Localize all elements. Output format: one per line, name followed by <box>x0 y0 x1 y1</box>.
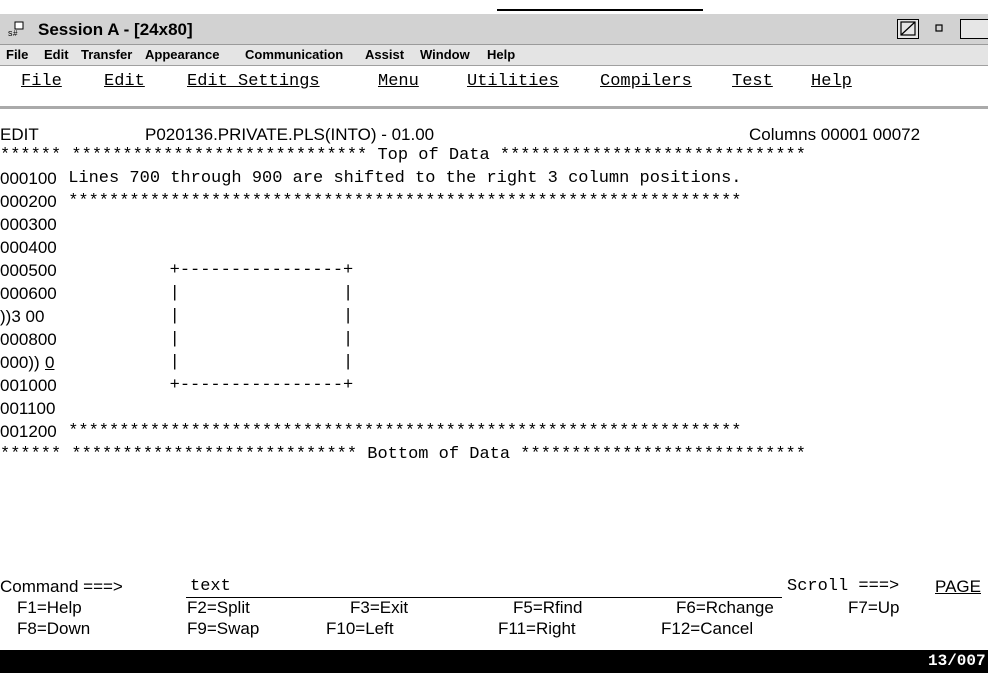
emu-menu-communication[interactable]: Communication <box>245 47 343 62</box>
emu-menu-transfer[interactable]: Transfer <box>81 47 132 62</box>
ispf-menu-compilers[interactable]: Compilers <box>600 72 692 91</box>
ispf-menu-utilities[interactable]: Utilities <box>467 72 559 91</box>
scroll-label: Scroll ===> <box>787 577 900 596</box>
line-number[interactable]: 000400 <box>0 238 57 258</box>
session-icon[interactable]: s # <box>7 21 25 38</box>
command-value[interactable]: text <box>190 577 231 596</box>
top-of-data-line: ****** ***************************** Top… <box>0 146 806 165</box>
line-number[interactable]: 000100 <box>0 169 57 189</box>
action-bar-separator <box>0 106 988 109</box>
emu-menu-appearance[interactable]: Appearance <box>145 47 219 62</box>
svg-text:#: # <box>13 29 18 37</box>
command-input[interactable] <box>186 578 782 598</box>
pf-key-f6[interactable]: F6=Rchange <box>676 598 774 618</box>
pf-key-f1[interactable]: F1=Help <box>17 598 82 618</box>
line-number[interactable]: 001100 <box>0 399 55 419</box>
line-command-shift[interactable]: ))3 00 <box>0 307 44 327</box>
emulator-menu-bar: File Edit Transfer Appearance Communicat… <box>0 45 988 66</box>
line-text[interactable]: +----------------+ <box>88 261 354 280</box>
ispf-menu-edit[interactable]: Edit <box>104 72 145 91</box>
line-number[interactable]: 000600 <box>0 284 57 304</box>
minimize-icon[interactable] <box>897 19 919 39</box>
line-command-shift-end[interactable]: 000)) <box>0 353 40 373</box>
cursor-position-indicator: 13/007 <box>928 652 986 670</box>
cursor-position[interactable]: 0 <box>45 353 54 373</box>
window-title: Session A - [24x80] <box>38 20 193 39</box>
pf-key-f3[interactable]: F3=Exit <box>350 598 408 618</box>
emu-menu-edit[interactable]: Edit <box>44 47 69 62</box>
line-text[interactable]: | | <box>88 284 354 303</box>
line-text[interactable]: Lines 700 through 900 are shifted to the… <box>58 169 741 188</box>
screen: s # Session A - [24x80] File Edit Transf… <box>0 0 988 673</box>
line-text[interactable]: +----------------+ <box>88 376 354 395</box>
pf-key-f11[interactable]: F11=Right <box>498 619 576 639</box>
top-rule <box>497 9 703 11</box>
emu-menu-assist[interactable]: Assist <box>365 47 404 62</box>
terminal-screen[interactable]: File Edit Edit_Settings Menu Utilities C… <box>0 66 988 673</box>
edit-mode-label: EDIT <box>0 125 39 144</box>
columns-indicator: Columns 00001 00072 <box>749 125 921 144</box>
pf-key-f9[interactable]: F9=Swap <box>187 619 259 639</box>
top-strip <box>0 0 988 14</box>
bottom-of-data-line: ****** **************************** Bott… <box>0 445 806 464</box>
title-bar: s # Session A - [24x80] <box>0 14 988 45</box>
emu-menu-window[interactable]: Window <box>420 47 470 62</box>
command-label: Command ===> <box>0 577 123 596</box>
restore-icon[interactable] <box>929 19 951 39</box>
line-text[interactable]: ****************************************… <box>58 422 741 441</box>
ispf-menu-edit-settings[interactable]: Edit_Settings <box>187 72 320 91</box>
ispf-menu-file[interactable]: File <box>21 72 62 91</box>
line-number[interactable]: 000200 <box>0 192 57 212</box>
line-number[interactable]: 000800 <box>0 330 57 350</box>
maximize-icon[interactable] <box>960 19 988 39</box>
line-number[interactable]: 000300 <box>0 215 57 235</box>
dataset-name: P020136.PRIVATE.PLS(INTO) - 01.00 <box>145 125 435 144</box>
line-text[interactable]: ****************************************… <box>58 192 741 211</box>
line-number[interactable]: 001000 <box>0 376 57 396</box>
line-text[interactable]: | | <box>88 353 354 372</box>
status-bar: 13/007 <box>0 650 988 673</box>
pf-key-f12[interactable]: F12=Cancel <box>661 619 753 639</box>
line-text[interactable]: | | <box>88 330 354 349</box>
line-number[interactable]: 001200 <box>0 422 57 442</box>
pf-key-f2[interactable]: F2=Split <box>187 598 250 618</box>
line-number[interactable]: 000500 <box>0 261 57 281</box>
emu-menu-help[interactable]: Help <box>487 47 515 62</box>
emu-menu-file[interactable]: File <box>6 47 28 62</box>
pf-key-f8[interactable]: F8=Down <box>17 619 90 639</box>
pf-key-f10[interactable]: F10=Left <box>326 619 394 639</box>
line-text[interactable]: | | <box>88 307 354 326</box>
pf-key-f7[interactable]: F7=Up <box>848 598 900 618</box>
ispf-menu-help[interactable]: Help <box>811 72 852 91</box>
scroll-amount-field[interactable]: PAGE <box>935 577 981 597</box>
ispf-menu-menu[interactable]: Menu <box>378 72 419 91</box>
pf-key-f5[interactable]: F5=Rfind <box>513 598 582 618</box>
ispf-menu-test[interactable]: Test <box>732 72 773 91</box>
